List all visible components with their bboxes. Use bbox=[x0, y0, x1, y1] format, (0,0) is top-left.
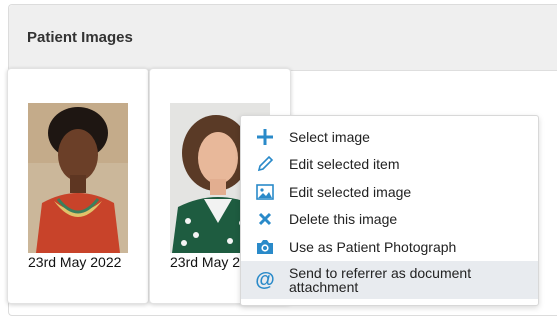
menu-item-edit-selected-item[interactable]: Edit selected item bbox=[241, 151, 538, 179]
menu-item-select-image[interactable]: Select image bbox=[241, 123, 538, 151]
context-menu: Select image Edit selected item Edit sel… bbox=[240, 115, 539, 306]
menu-item-label: Edit selected item bbox=[289, 156, 400, 173]
menu-item-edit-selected-image[interactable]: Edit selected image bbox=[241, 178, 538, 206]
menu-item-label: Select image bbox=[289, 128, 370, 145]
menu-item-label: Use as Patient Photograph bbox=[289, 238, 457, 255]
plus-icon bbox=[241, 128, 289, 146]
image-card-1[interactable]: 23rd May 2022 bbox=[7, 68, 149, 304]
camera-icon bbox=[241, 239, 289, 255]
pencil-icon bbox=[241, 155, 289, 173]
menu-item-delete-image[interactable]: Delete this image bbox=[241, 206, 538, 234]
menu-item-send-to-referrer[interactable]: @ Send to referrer as document attachmen… bbox=[241, 260, 538, 299]
image-date-1: 23rd May 2022 bbox=[28, 254, 122, 270]
close-icon bbox=[241, 212, 289, 226]
at-icon: @ bbox=[255, 268, 275, 291]
menu-item-use-as-patient-photograph[interactable]: Use as Patient Photograph bbox=[241, 233, 538, 261]
menu-item-label: Delete this image bbox=[289, 211, 398, 228]
image-icon bbox=[241, 183, 289, 200]
panel-title: Patient Images bbox=[9, 5, 557, 71]
patient-photo-1[interactable] bbox=[28, 103, 128, 253]
menu-item-label: Send to referrer as document attachment bbox=[289, 264, 472, 295]
menu-item-label: Edit selected image bbox=[289, 183, 412, 200]
